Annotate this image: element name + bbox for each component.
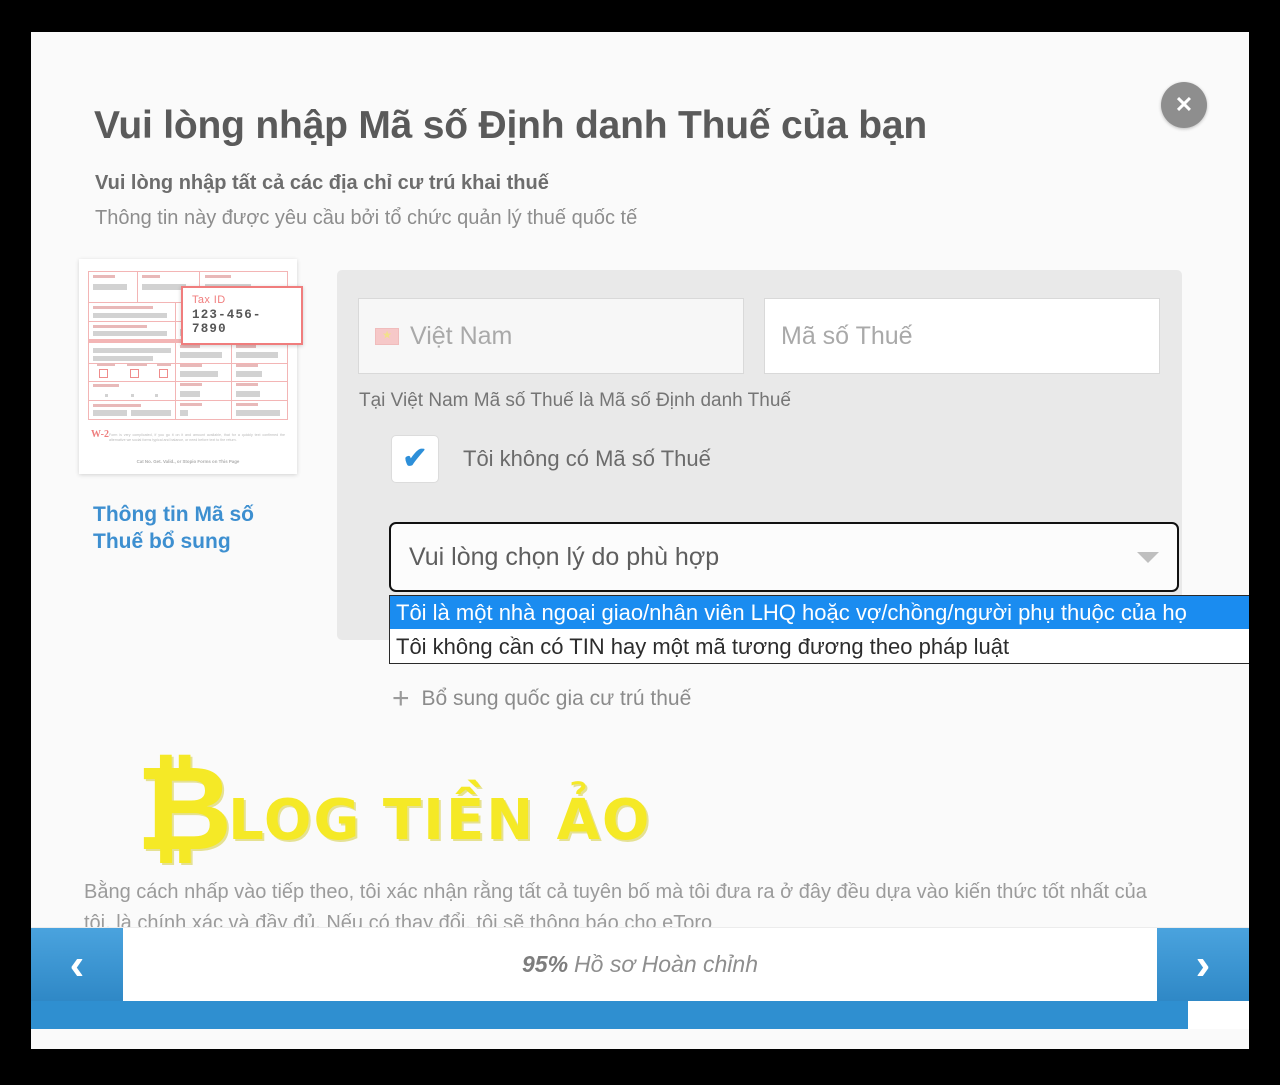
w2-footer-note: Cat No. Get. Valid., or Stopio Forms on … [136,459,240,464]
reason-option-item[interactable]: Tôi không cần có TIN hay một mã tương đư… [390,629,1249,663]
progress-text: Hồ sơ Hoàn chỉnh [574,951,758,977]
chevron-down-icon [1137,551,1159,563]
close-button[interactable]: ✕ [1161,82,1207,128]
country-input-value: Việt Nam [410,321,513,350]
chevron-right-icon: › [1195,939,1211,989]
wizard-footer: ‹ 95% Hồ sơ Hoàn chỉnh › [31,927,1249,1001]
next-button[interactable]: › [1157,928,1249,1001]
no-tax-number-row: ✔ Tôi không có Mã số Thuế [391,435,711,483]
tax-id-callout-value: 123-456-7890 [192,308,262,336]
progress-bar-fill [31,1001,1189,1029]
reason-select-value: Vui lòng chọn lý do phù hợp [409,542,720,571]
add-tax-country-button[interactable]: + Bổ sung quốc gia cư trú thuế [392,684,691,714]
tax-id-callout-label: Tax ID [192,294,226,306]
additional-tax-info-link[interactable]: Thông tin Mã số Thuế bổ sung [93,502,303,556]
page-description: Thông tin này được yêu cầu bởi tổ chức q… [95,207,638,229]
blog-tien-ao-watermark: ₿ LOG TIỀN ẢO [136,739,652,877]
progress-bar-track [31,1001,1249,1029]
tax-form-thumbnail-wrap: W-2 Form is very complicated, if you go … [79,259,303,474]
previous-button[interactable]: ‹ [31,928,123,1001]
reason-option-list[interactable]: Tôi là một nhà ngoại giao/nhân viên LHQ … [389,595,1249,664]
w2-form-image: W-2 Form is very complicated, if you go … [79,259,303,474]
bitcoin-icon: ₿ [136,739,233,877]
w2-fineprint: Form is very complicated, if you go it o… [109,432,285,443]
page-subtitle: Vui lòng nhập tất cả các địa chỉ cư trú … [95,172,549,194]
w2-label: W-2 [91,429,109,440]
progress-percent: 95% [522,951,569,977]
reason-option-item[interactable]: Tôi là một nhà ngoại giao/nhân viên LHQ … [390,596,1249,629]
plus-icon: + [392,682,410,715]
watermark-text: LOG TIỀN ẢO [228,787,652,853]
vietnam-flag-icon [375,327,399,345]
add-tax-country-label: Bổ sung quốc gia cư trú thuế [421,687,692,710]
tax-number-placeholder: Mã số Thuế [781,321,913,350]
tax-number-input[interactable]: Mã số Thuế [764,298,1160,374]
no-tax-number-label: Tôi không có Mã số Thuế [463,446,711,471]
screenshot-frame: ✕ Vui lòng nhập Mã số Định danh Thuế của… [0,0,1280,1085]
tax-id-callout: Tax ID 123-456-7890 [181,286,303,345]
check-icon: ✔ [402,442,428,475]
chevron-left-icon: ‹ [69,939,85,989]
close-icon: ✕ [1174,92,1194,117]
country-input[interactable]: Việt Nam [358,298,744,374]
fields-row: Việt Nam Mã số Thuế [358,298,1160,374]
reason-select[interactable]: Vui lòng chọn lý do phù hợp [389,522,1179,592]
page-title: Vui lòng nhập Mã số Định danh Thuế của b… [94,104,927,147]
tax-number-hint: Tại Việt Nam Mã số Thuế là Mã số Định da… [359,390,791,411]
tax-id-modal: ✕ Vui lòng nhập Mã số Định danh Thuế của… [31,32,1249,1049]
no-tax-number-checkbox[interactable]: ✔ [391,435,439,483]
progress-label: 95% Hồ sơ Hoàn chỉnh [123,928,1157,1001]
